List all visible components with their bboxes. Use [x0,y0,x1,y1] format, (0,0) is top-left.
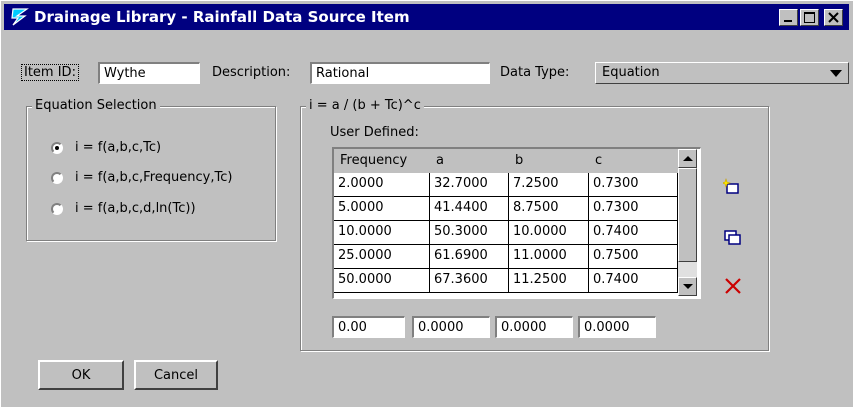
column-header-b[interactable]: b [509,149,589,173]
a-edit-field[interactable]: 0.0000 [412,316,490,338]
table-cell[interactable]: 0.7300 [589,197,678,221]
dialog-window: Drainage Library - Rainfall Data Source … [0,0,854,408]
table-cell[interactable]: 7.2500 [509,173,589,197]
data-type-label: Data Type: [500,65,570,80]
table-cell[interactable]: 2.0000 [334,173,430,197]
title-bar[interactable]: Drainage Library - Rainfall Data Source … [4,4,849,30]
add-row-icon[interactable] [721,177,743,197]
ok-button[interactable]: OK [38,360,124,390]
vertical-scrollbar[interactable] [678,149,697,296]
description-label: Description: [212,65,291,80]
radio-button[interactable] [51,142,63,154]
table-header: Frequency a b c [334,149,678,173]
radio-label: i = f(a,b,c,Frequency,Tc) [75,170,233,185]
table-cell[interactable]: 41.4400 [430,197,509,221]
table-row[interactable]: 25.0000 61.6900 11.0000 0.7500 [334,245,678,269]
scroll-up-button[interactable] [678,149,697,168]
coefficient-table[interactable]: Frequency a b c 2.0000 32.7000 7.2500 0.… [332,147,701,299]
close-icon [828,12,839,23]
table-cell[interactable]: 50.3000 [430,221,509,245]
maximize-button[interactable] [800,9,819,26]
table-cell[interactable]: 0.7400 [589,221,678,245]
table-row[interactable]: 2.0000 32.7000 7.2500 0.7300 [334,173,678,197]
equation-formula-title: i = a / (b + Tc)^c [306,98,424,113]
description-field[interactable]: Rational [310,62,490,84]
table-cell[interactable]: 61.6900 [430,245,509,269]
radio-button[interactable] [51,172,63,184]
chevron-down-icon [830,70,842,77]
table-cell[interactable]: 0.7400 [589,269,678,293]
window-title: Drainage Library - Rainfall Data Source … [34,8,410,26]
equation-selection-title: Equation Selection [32,98,160,113]
cancel-button[interactable]: Cancel [134,360,218,390]
column-header-frequency[interactable]: Frequency [334,149,430,173]
frequency-edit-field[interactable]: 0.00 [332,316,405,338]
table-cell[interactable]: 5.0000 [334,197,430,221]
table-cell[interactable]: 50.0000 [334,269,430,293]
radio-label: i = f(a,b,c,d,ln(Tc)) [75,201,196,216]
duplicate-row-icon[interactable] [723,228,743,248]
data-type-value: Equation [602,65,660,80]
close-button[interactable] [824,9,843,26]
c-edit-field[interactable]: 0.0000 [578,316,656,338]
table-cell[interactable]: 8.7500 [509,197,589,221]
minimize-button[interactable] [779,9,798,26]
column-header-a[interactable]: a [430,149,509,173]
radio-label: i = f(a,b,c,Tc) [75,140,162,155]
table-row[interactable]: 10.0000 50.3000 10.0000 0.7400 [334,221,678,245]
b-edit-field[interactable]: 0.0000 [495,316,573,338]
scroll-down-button[interactable] [678,277,697,296]
item-id-field[interactable]: Wythe [98,62,200,84]
radio-button[interactable] [51,203,63,215]
table-cell[interactable]: 11.2500 [509,269,589,293]
table-cell[interactable]: 0.7500 [589,245,678,269]
user-defined-label: User Defined: [330,125,419,140]
data-type-dropdown[interactable]: Equation [595,62,849,84]
item-id-label: Item ID: [21,64,79,81]
table-cell[interactable]: 67.3600 [430,269,509,293]
bentley-b-icon [9,7,33,27]
table-cell[interactable]: 10.0000 [334,221,430,245]
delete-row-icon[interactable] [723,276,743,296]
table-cell[interactable]: 10.0000 [509,221,589,245]
table-cell[interactable]: 11.0000 [509,245,589,269]
table-cell[interactable]: 0.7300 [589,173,678,197]
table-cell[interactable]: 32.7000 [430,173,509,197]
table-row[interactable]: 50.0000 67.3600 11.2500 0.7400 [334,269,678,293]
table-cell[interactable]: 25.0000 [334,245,430,269]
column-header-c[interactable]: c [589,149,678,173]
scroll-thumb[interactable] [678,168,697,262]
table-row[interactable]: 5.0000 41.4400 8.7500 0.7300 [334,197,678,221]
